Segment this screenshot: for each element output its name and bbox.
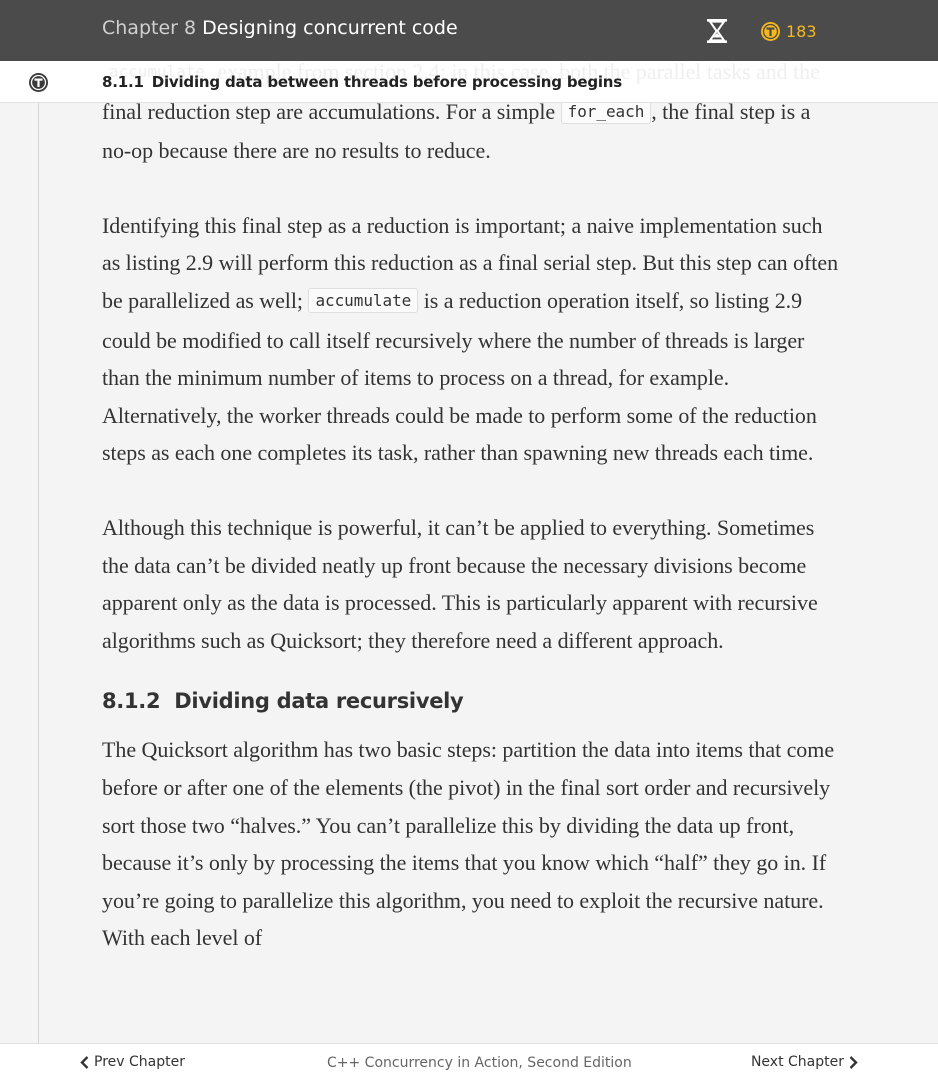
prev-chapter-label: Prev Chapter — [94, 1054, 185, 1070]
paragraph: The Quicksort algorithm has two basic st… — [102, 737, 835, 951]
chapter-title: Chapter 8 Designing concurrent code — [102, 17, 458, 39]
next-chapter-label: Next Chapter — [750, 1054, 844, 1070]
token-icon — [761, 21, 780, 41]
chapter-name: Designing concurrent code — [202, 17, 458, 39]
current-section-title: 8.1.1 Dividing data between threads befor… — [102, 73, 622, 91]
chevron-left-icon — [80, 1055, 89, 1069]
book-title[interactable]: C++ Concurrency in Action, Second Editio… — [327, 1055, 632, 1071]
paragraph: Identifying this final step as a reducti… — [102, 207, 842, 472]
inline-code: accumulate — [308, 287, 419, 313]
section-heading: 8.1.2 Dividing data recursively — [102, 689, 842, 713]
hourglass-icon[interactable] — [705, 18, 729, 44]
reading-content: accumulate example from section 2.4; in … — [102, 53, 842, 957]
prev-chapter-button[interactable]: Prev Chapter — [80, 1054, 185, 1070]
paragraph-text: is a reduction operation itself, so list… — [102, 287, 817, 466]
section-name: Dividing data between threads before pro… — [151, 73, 623, 91]
token-icon[interactable] — [28, 72, 49, 93]
section-heading-title: Dividing data recursively — [174, 689, 464, 714]
margin-rule — [38, 103, 39, 1043]
section-number: 8.1.1 — [102, 73, 144, 91]
next-chapter-button[interactable]: Next Chapter — [751, 1054, 858, 1070]
section-number: 8.1.2 — [102, 689, 161, 714]
paragraph: Although this technique is powerful, it … — [102, 514, 818, 653]
chevron-right-icon — [849, 1055, 858, 1069]
token-balance[interactable]: 183 — [760, 20, 817, 42]
token-count: 183 — [786, 21, 817, 41]
footer-nav: Prev Chapter C++ Concurrency in Action, … — [0, 1043, 938, 1080]
chapter-label: Chapter 8 — [102, 17, 197, 39]
top-bar: Chapter 8 Designing concurrent code 183 — [0, 0, 938, 61]
section-bar: 8.1.1 Dividing data between threads befor… — [0, 61, 938, 103]
